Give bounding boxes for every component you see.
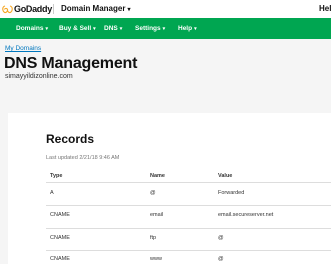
row-divider [46, 182, 331, 183]
nav-label: DNS [104, 25, 118, 32]
domain-manager-menu[interactable]: Domain Manager ▾ [61, 4, 130, 13]
record-value: @ [218, 235, 224, 241]
record-name: @ [150, 190, 156, 196]
record-type: CNAME [50, 256, 70, 262]
chevron-down-icon: ▾ [119, 26, 123, 32]
godaddy-logo[interactable]: GoDaddy [2, 3, 52, 15]
last-updated: Last updated 2/21/18 9:46 AM [46, 155, 120, 161]
column-header-value[interactable]: Value [218, 173, 232, 179]
app-title: Domain Manager [61, 4, 126, 13]
main-nav: Domains ▾ Buy & Sell ▾ DNS ▾ Settings ▾ Help… [0, 18, 331, 39]
nav-label: Help [178, 25, 193, 32]
domain-name: simayyildizonline.com [5, 73, 73, 80]
row-divider [46, 228, 331, 229]
nav-label: Settings [135, 25, 161, 32]
help-link[interactable]: Hel [319, 4, 331, 13]
record-value: email.secureserver.net [218, 212, 274, 218]
record-name: ftp [150, 235, 157, 241]
record-name: email [150, 212, 164, 218]
nav-buy-sell[interactable]: Buy & Sell ▾ [59, 25, 96, 32]
record-type: CNAME [50, 212, 70, 218]
record-name: www [150, 256, 162, 262]
chevron-down-icon: ▾ [45, 26, 48, 32]
chevron-down-icon: ▾ [194, 26, 197, 32]
nav-domains[interactable]: Domains ▾ [16, 25, 48, 32]
logo-text: GoDaddy [14, 4, 52, 14]
top-bar: GoDaddy Domain Manager ▾ Hel [0, 0, 331, 18]
breadcrumb-my-domains[interactable]: My Domains [5, 45, 41, 52]
record-type: A [50, 190, 54, 196]
record-value: @ [218, 256, 224, 262]
chevron-down-icon: ▾ [162, 26, 166, 32]
nav-label: Domains [16, 25, 44, 32]
chevron-down-icon: ▾ [93, 26, 96, 32]
header-divider [53, 4, 54, 14]
record-value: Forwarded [218, 190, 245, 196]
column-header-name[interactable]: Name [150, 173, 165, 179]
records-title: Records [46, 132, 95, 146]
nav-label: Buy & Sell [59, 25, 92, 32]
chevron-down-icon: ▾ [127, 7, 131, 13]
row-divider [46, 250, 331, 251]
nav-settings[interactable]: Settings ▾ [135, 25, 165, 32]
row-divider [46, 205, 331, 206]
nav-dns[interactable]: DNS ▾ [104, 25, 122, 32]
record-type: CNAME [50, 235, 70, 241]
nav-help[interactable]: Help ▾ [178, 25, 197, 32]
column-header-type[interactable]: Type [50, 173, 62, 179]
records-card: Records Last updated 2/21/18 9:46 AM Typ… [8, 113, 331, 264]
godaddy-logo-icon [2, 4, 13, 13]
page-title: DNS Management [4, 55, 138, 72]
